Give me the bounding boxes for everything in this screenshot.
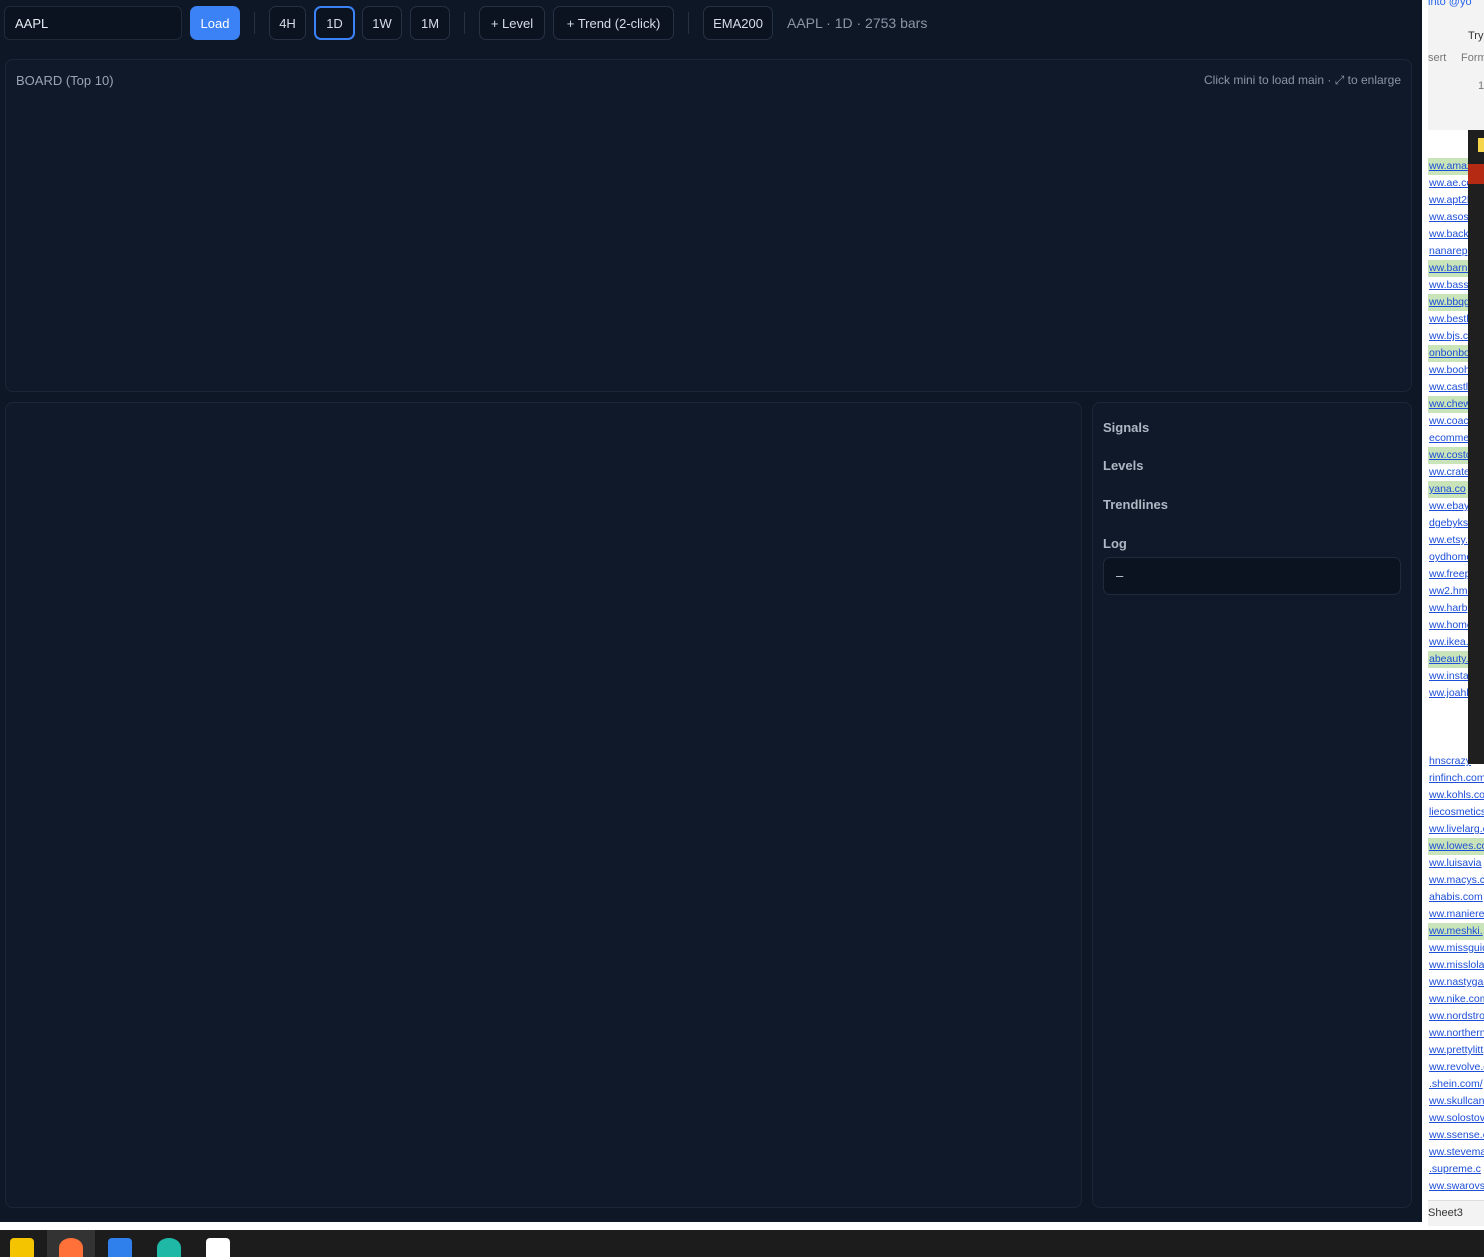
add-level-button[interactable]: + Level bbox=[479, 6, 545, 40]
sidebar-panel: Signals Levels Trendlines Log – bbox=[1092, 402, 1412, 1208]
spreadsheet-cell[interactable]: ww.swarovs bbox=[1428, 1178, 1484, 1195]
timeframe-1m-button[interactable]: 1M bbox=[410, 6, 450, 40]
window-border bbox=[0, 1222, 1428, 1230]
trendlines-heading: Trendlines bbox=[1103, 497, 1169, 512]
spreadsheet-cell[interactable]: ww.maniere bbox=[1428, 906, 1484, 923]
background-spreadsheet-window[interactable]: into @yo Try sert Form 1 ww.amaz ww.ae.co… bbox=[1428, 0, 1484, 1230]
symbol-input[interactable]: AAPL bbox=[4, 6, 182, 40]
taskbar bbox=[0, 1230, 1484, 1257]
spreadsheet-cell[interactable]: ww.meshki. bbox=[1428, 923, 1484, 940]
spreadsheet-cell[interactable]: ww.revolve.c bbox=[1428, 1059, 1484, 1076]
main-chart-panel[interactable] bbox=[5, 402, 1082, 1208]
toolbar-divider bbox=[688, 12, 689, 34]
spreadsheet-cell[interactable]: ww.misslola bbox=[1428, 957, 1484, 974]
vscode-icon[interactable] bbox=[108, 1238, 132, 1257]
spreadsheet-cell[interactable]: ww.prettylitt bbox=[1428, 1042, 1484, 1059]
load-button[interactable]: Load bbox=[190, 6, 240, 40]
spreadsheet-ribbon: into @yo Try sert Form 1 bbox=[1428, 0, 1484, 130]
status-text: AAPL · 1D · 2753 bars bbox=[787, 15, 928, 31]
mail-icon[interactable] bbox=[206, 1238, 230, 1257]
edge-icon[interactable] bbox=[157, 1238, 181, 1257]
log-heading: Log bbox=[1103, 536, 1127, 551]
ribbon-font-size[interactable]: 1 bbox=[1478, 80, 1484, 92]
ema200-toggle-button[interactable]: EMA200 bbox=[703, 6, 773, 40]
spreadsheet-cell[interactable]: ww.solostov bbox=[1428, 1110, 1484, 1127]
timeframe-1d-button[interactable]: 1D bbox=[314, 6, 355, 40]
spreadsheet-cell[interactable]: ww.ssense.c bbox=[1428, 1127, 1484, 1144]
add-trend-button[interactable]: + Trend (2-click) bbox=[553, 6, 674, 40]
toolbar: AAPL Load 4H 1D 1W 1M + Level + Trend (2… bbox=[0, 0, 1422, 48]
levels-heading: Levels bbox=[1103, 458, 1144, 473]
firefox-icon[interactable] bbox=[59, 1238, 83, 1257]
spreadsheet-cell[interactable]: rinfinch.com bbox=[1428, 770, 1484, 787]
try-label: Try bbox=[1468, 30, 1484, 42]
ribbon-format-tab[interactable]: Form bbox=[1461, 52, 1484, 64]
spreadsheet-cell[interactable]: ww.macys.c bbox=[1428, 872, 1484, 889]
spreadsheet-cell[interactable]: ww.skullcan bbox=[1428, 1093, 1484, 1110]
spreadsheet-cell[interactable]: ww.kohls.co bbox=[1428, 787, 1484, 804]
folder-icon bbox=[1478, 138, 1484, 152]
sheet-tab[interactable]: Sheet3 bbox=[1428, 1200, 1484, 1226]
spreadsheet-cell[interactable]: ww.luisavia bbox=[1428, 855, 1484, 872]
overlapping-dark-window bbox=[1468, 130, 1484, 764]
toolbar-divider bbox=[254, 12, 255, 34]
trading-app-window: AAPL Load 4H 1D 1W 1M + Level + Trend (2… bbox=[0, 0, 1422, 1222]
log-output: – bbox=[1103, 557, 1401, 595]
spreadsheet-cell[interactable]: ww.nike.com bbox=[1428, 991, 1484, 1008]
spreadsheet-cell[interactable]: ww.stevema bbox=[1428, 1144, 1484, 1161]
board-panel: BOARD (Top 10) Click mini to load main ·… bbox=[5, 59, 1412, 392]
spreadsheet-cell[interactable]: ww.nordstro bbox=[1428, 1008, 1484, 1025]
board-title: BOARD (Top 10) bbox=[16, 73, 114, 88]
timeframe-1w-button[interactable]: 1W bbox=[362, 6, 402, 40]
spreadsheet-cell[interactable]: .shein.com/ bbox=[1428, 1076, 1484, 1093]
red-bar bbox=[1468, 164, 1484, 184]
spreadsheet-cell[interactable]: liecosmetics bbox=[1428, 804, 1484, 821]
signals-heading: Signals bbox=[1103, 420, 1150, 435]
timeframe-4h-button[interactable]: 4H bbox=[269, 6, 306, 40]
spreadsheet-cell[interactable]: .supreme.c bbox=[1428, 1161, 1484, 1178]
spreadsheet-cell[interactable]: ww.lowes.co bbox=[1428, 838, 1484, 855]
file-explorer-icon[interactable] bbox=[10, 1238, 34, 1257]
toolbar-divider bbox=[464, 12, 465, 34]
spreadsheet-cell[interactable]: ww.nastygal bbox=[1428, 974, 1484, 991]
ribbon-insert-tab[interactable]: sert bbox=[1428, 52, 1446, 64]
spreadsheet-cell[interactable]: ww.livelarg.c bbox=[1428, 821, 1484, 838]
spreadsheet-cell[interactable]: ahabis.com bbox=[1428, 889, 1484, 906]
spreadsheet-cell[interactable]: ww.missguid bbox=[1428, 940, 1484, 957]
spreadsheet-cell[interactable]: ww.northern bbox=[1428, 1025, 1484, 1042]
board-hint: Click mini to load main · ⤢ to enlarge bbox=[1203, 73, 1401, 87]
spreadsheet-header-text: into @yo bbox=[1428, 0, 1472, 8]
